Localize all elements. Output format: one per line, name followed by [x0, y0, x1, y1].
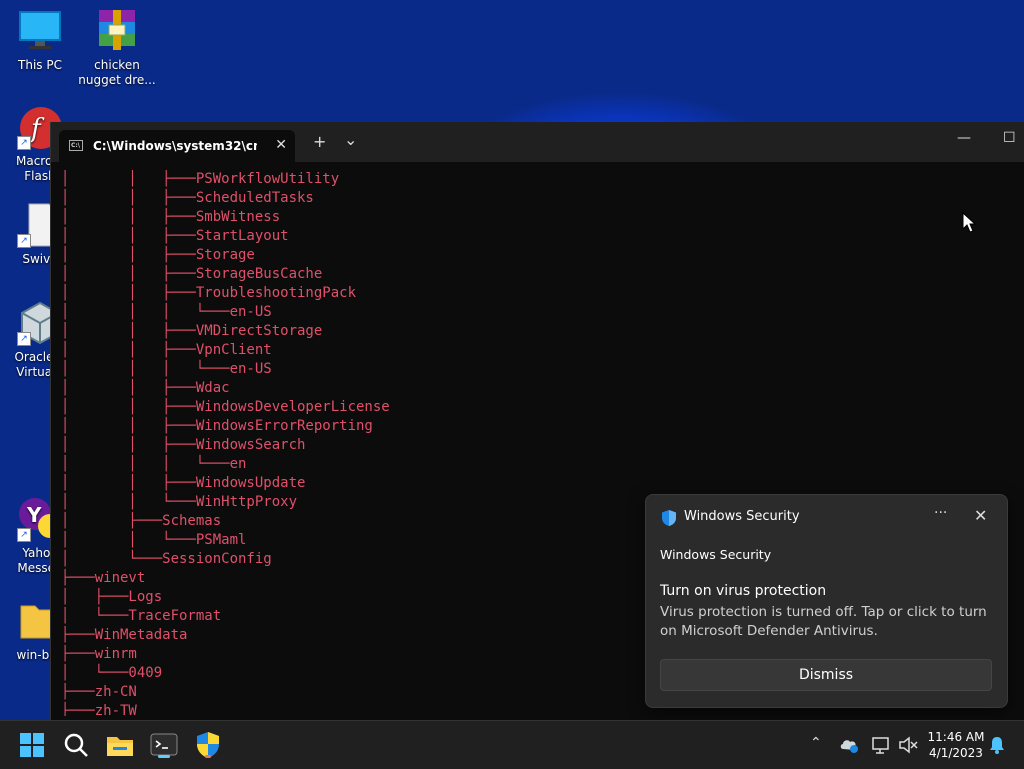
system-clock[interactable]: 11:46 AM 4/1/2023 [926, 729, 986, 761]
console-line: │ │ ├───SmbWitness [61, 209, 281, 225]
console-line: │ │ ├───WindowsErrorReporting [61, 418, 373, 434]
alert-indicator [205, 755, 211, 758]
shortcut-arrow-icon: ↗ [17, 234, 31, 248]
shortcut-arrow-icon: ↗ [17, 136, 31, 150]
cmd-icon: C:\ [69, 140, 83, 151]
notification-heading: Turn on virus protection [660, 583, 827, 599]
mouse-cursor-icon [962, 212, 976, 233]
new-tab-button[interactable]: + [313, 132, 326, 151]
terminal-icon[interactable] [148, 729, 180, 761]
console-line: │ │ │ └───en [61, 456, 247, 472]
minimize-button[interactable]: — [957, 130, 971, 146]
console-line: │ │ ├───VpnClient [61, 342, 272, 358]
console-line: │ │ ├───TroubleshootingPack [61, 285, 357, 301]
console-line: │ │ ├───ScheduledTasks [61, 190, 314, 206]
console-line: │ │ ├───WindowsSearch [61, 437, 306, 453]
onedrive-icon[interactable] [838, 734, 860, 756]
taskbar: ⌃ 11:46 AM 4/1/2023 [0, 720, 1024, 769]
clock-date: 4/1/2023 [929, 746, 983, 760]
desktop-icon-label: chicken nugget dre... [78, 58, 156, 87]
volume-muted-icon[interactable] [897, 734, 919, 756]
console-line: │ │ ├───Wdac [61, 380, 230, 396]
winrar-archive-icon [94, 8, 140, 54]
console-line: │ │ ├───Storage [61, 247, 255, 263]
console-line: │ │ ├───StorageBusCache [61, 266, 323, 282]
desktop-icon-winrar-archive[interactable]: chicken nugget dre... [77, 8, 157, 88]
terminal-tab-bar: C:\ C:\Windows\system32\cmd.e: ✕ + ⌄ — ☐ [51, 122, 1024, 162]
dismiss-button[interactable]: Dismiss [660, 659, 992, 691]
console-line: │ │ ├───VMDirectStorage [61, 323, 323, 339]
shortcut-arrow-icon: ↗ [17, 332, 31, 346]
windows-security-notification[interactable]: Windows Security ··· ✕ Windows Security … [645, 494, 1008, 708]
tab-dropdown-button[interactable]: ⌄ [344, 130, 357, 149]
notification-app-name: Windows Security [684, 509, 800, 524]
maximize-button[interactable]: ☐ [1003, 130, 1016, 146]
console-line: │ │ ├───PSWorkflowUtility [61, 171, 340, 187]
close-tab-icon[interactable]: ✕ [275, 137, 287, 153]
notification-bell-icon[interactable] [986, 734, 1008, 756]
notification-body: Virus protection is turned off. Tap or c… [660, 604, 987, 639]
notification-source: Windows Security [660, 547, 772, 562]
shortcut-arrow-icon: ↗ [17, 528, 31, 542]
shield-icon [662, 510, 676, 526]
console-line: │ │ ├───StartLayout [61, 228, 289, 244]
more-options-icon[interactable]: ··· [934, 505, 947, 521]
show-hidden-icons-chevron[interactable]: ⌃ [810, 735, 822, 751]
terminal-tab[interactable]: C:\ C:\Windows\system32\cmd.e: ✕ [59, 130, 295, 162]
desktop: This PC chicken nugget dre... f ↗ Macrom… [0, 0, 1024, 720]
clock-time: 11:46 AM [927, 730, 985, 744]
desktop-icon-this-pc[interactable]: This PC [0, 8, 80, 73]
monitor-icon [17, 8, 63, 54]
file-explorer-icon[interactable] [104, 729, 136, 761]
console-line: │ │ │ └───en-US [61, 361, 272, 377]
console-line: │ │ ├───WindowsDeveloperLicense [61, 399, 390, 415]
windows-start-icon[interactable] [16, 729, 48, 761]
network-icon[interactable] [870, 734, 892, 756]
close-icon[interactable]: ✕ [974, 506, 987, 525]
search-icon[interactable] [60, 729, 92, 761]
active-app-indicator [158, 755, 170, 758]
windows-security-icon[interactable] [192, 729, 224, 761]
console-line: │ │ │ └───en-US [61, 304, 272, 320]
console-line: │ │ ├───WindowsUpdate [61, 475, 306, 491]
terminal-tab-title: C:\Windows\system32\cmd.e: [93, 139, 257, 153]
desktop-icon-label: This PC [18, 58, 62, 72]
